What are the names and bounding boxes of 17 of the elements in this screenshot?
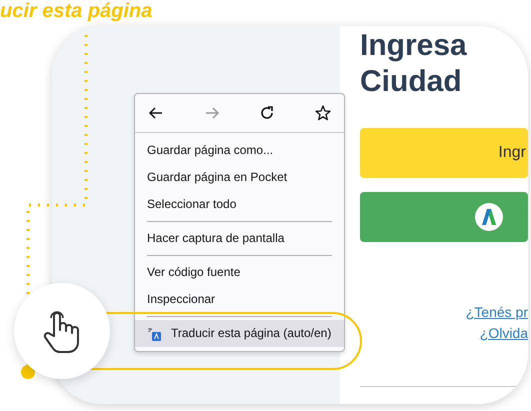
- star-icon: [314, 104, 332, 122]
- menu-item[interactable]: Ver código fuente: [135, 259, 344, 286]
- menu-item[interactable]: Seleccionar todo: [135, 191, 344, 218]
- menu-item[interactable]: Traducir esta página (auto/en): [135, 320, 344, 347]
- translate-icon: [147, 326, 161, 340]
- heading: ucir esta página: [0, 0, 152, 22]
- menu-item[interactable]: Hacer captura de pantalla: [135, 225, 344, 252]
- menu-item[interactable]: Guardar página en Pocket: [135, 164, 344, 191]
- page-title: Ciudad: [360, 64, 463, 100]
- menu-item[interactable]: Guardar página como...: [135, 137, 344, 164]
- login-button[interactable]: [360, 192, 528, 242]
- logo-icon: [474, 202, 504, 232]
- link[interactable]: ¿Olvida: [360, 323, 528, 344]
- link[interactable]: ¿Tenés pr: [360, 302, 528, 323]
- menu-item[interactable]: Inspeccionar: [135, 286, 344, 313]
- page-title: Ingresa: [360, 28, 468, 64]
- login-button[interactable]: Ingr: [360, 128, 528, 178]
